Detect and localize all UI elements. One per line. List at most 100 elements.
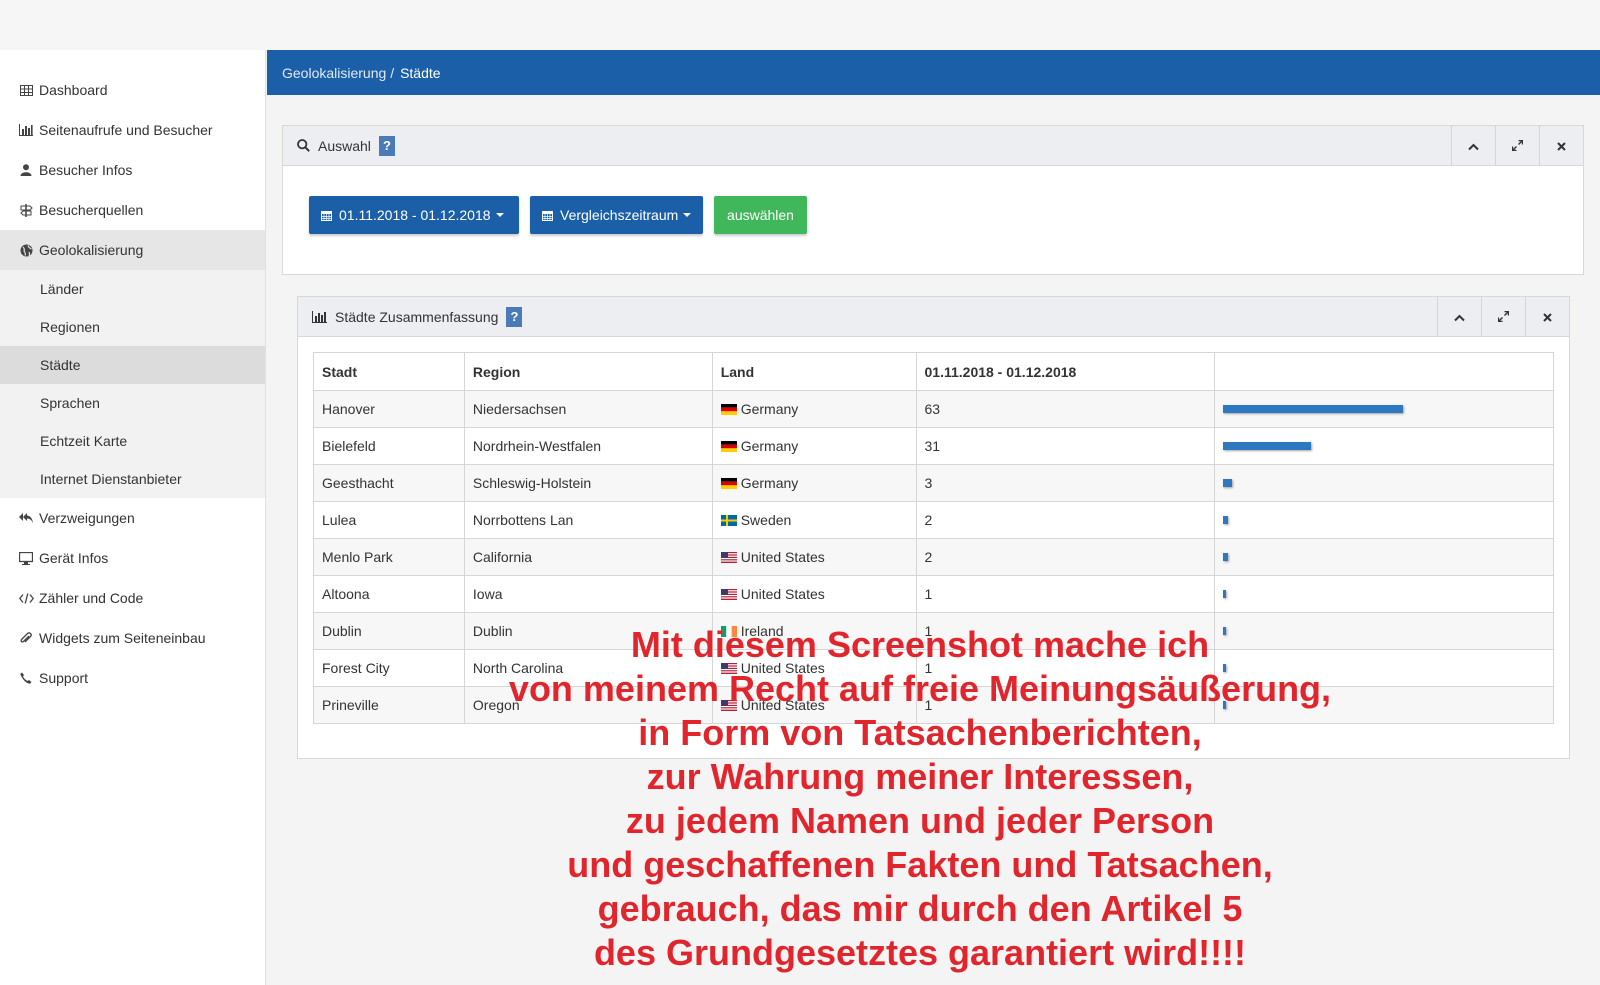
breadcrumb: Geolokalisierung / Städte [267,50,1600,95]
close-button[interactable] [1525,297,1569,336]
sidebar-item-referrals[interactable]: Verzweigungen [0,498,265,538]
cell-region: California [463,538,713,576]
sidebar-item-label: Geolokalisierung [39,242,144,258]
flag-us-icon [720,697,741,713]
column-header-city[interactable]: Stadt [313,352,465,391]
sidebar-item-label: Widgets zum Seiteneinbau [39,630,206,646]
collapse-button[interactable] [1451,126,1495,165]
geolocation-submenu: Länder Regionen Städte Sprachen Echtzeit… [0,270,265,498]
sidebar-item-support[interactable]: Support [0,658,265,698]
country-label: Germany [740,475,799,491]
flag-ie-icon [720,623,741,639]
sidebar-subitem-isp[interactable]: Internet Dienstanbieter [0,460,265,498]
flag-us-icon [720,660,741,676]
country-label: Sweden [740,512,792,528]
cell-country: Ireland [711,612,917,650]
overlay-line: zur Wahrung meiner Interessen, [646,756,1194,797]
cell-count: 2 [915,501,1216,539]
breadcrumb-separator: / [390,64,395,81]
sidebar-subitem-regions[interactable]: Regionen [0,308,265,346]
cell-count: 1 [915,612,1216,650]
paperclip-icon [17,629,35,647]
column-header-region[interactable]: Region [463,352,713,391]
cell-region: Schleswig-Holstein [463,464,713,502]
table-row: Dublin Dublin Ireland 1 [313,612,1554,650]
sidebar-item-visitor-info[interactable]: Besucher Infos [0,150,265,190]
cell-country: Germany [711,464,917,502]
reply-all-icon [17,509,35,527]
cell-region: Oregon [463,686,713,724]
chevron-up-icon [1468,138,1479,154]
compare-period-dropdown[interactable]: Vergleichszeitraum [530,196,703,234]
sidebar-item-label: Dashboard [39,82,108,98]
close-button[interactable] [1539,126,1583,165]
table-header-row: Stadt Region Land 01.11.2018 - 01.12.201… [313,352,1554,391]
sidebar: Dashboard Seitenaufrufe und Besucher Bes… [0,50,266,985]
flag-de-icon [720,438,741,454]
apply-button[interactable]: auswählen [714,196,807,234]
cell-country: United States [711,649,917,687]
table-row: Hanover Niedersachsen Germany 63 [313,390,1554,428]
sidebar-item-label: Besucher Infos [39,162,133,178]
cities-summary-header: Städte Zusammenfassung ? [298,297,1569,337]
signpost-icon [17,201,35,219]
cell-count: 1 [915,649,1216,687]
sidebar-subitem-languages[interactable]: Sprachen [0,384,265,422]
sidebar-item-pageviews[interactable]: Seitenaufrufe und Besucher [0,110,265,150]
country-label: United States [740,697,825,713]
code-icon [17,589,35,607]
visits-bar [1223,553,1229,561]
cell-bar [1214,575,1554,613]
search-icon [297,139,310,152]
sidebar-subitem-realtime-map[interactable]: Echtzeit Karte [0,422,265,460]
calendar-icon [542,210,553,221]
sidebar-item-label: Verzweigungen [39,510,135,526]
selection-panel-title: Auswahl [318,137,371,154]
flag-de-icon [720,401,741,417]
bar-chart-icon [312,310,327,323]
cell-city: Dublin [313,612,465,650]
sidebar-item-label: Besucherquellen [39,202,144,218]
breadcrumb-parent[interactable]: Geolokalisierung [282,65,386,81]
chevron-up-icon [1454,309,1465,325]
cell-region: Iowa [463,575,713,613]
cell-region: Nordrhein-Westfalen [463,427,713,465]
country-label: Germany [740,401,799,417]
flag-de-icon [720,475,741,491]
visits-bar [1223,405,1404,413]
sidebar-item-counter-code[interactable]: Zähler und Code [0,578,265,618]
user-icon [17,161,35,179]
cities-table-body: Hanover Niedersachsen Germany 63 Bielefeld No… [313,390,1554,724]
cell-bar [1214,501,1554,539]
sidebar-item-device-info[interactable]: Gerät Infos [0,538,265,578]
cell-country: United States [711,686,917,724]
sidebar-subitem-countries[interactable]: Länder [0,270,265,308]
sidebar-item-visitor-sources[interactable]: Besucherquellen [0,190,265,230]
compare-period-label: Vergleichszeitraum [560,207,679,223]
sidebar-subitem-cities[interactable]: Städte [0,346,265,384]
cell-region: Norrbottens Lan [463,501,713,539]
date-range-dropdown[interactable]: 01.11.2018 - 01.12.2018 [309,196,519,234]
expand-button[interactable] [1495,126,1539,165]
cell-country: Germany [711,427,917,465]
column-header-period[interactable]: 01.11.2018 - 01.12.2018 [915,352,1216,391]
country-label: United States [740,660,825,676]
sidebar-item-dashboard[interactable]: Dashboard [0,70,265,110]
cell-country: Sweden [711,501,917,539]
sidebar-item-geolocation[interactable]: Geolokalisierung [0,230,265,270]
sidebar-item-label: Support [39,670,89,686]
sidebar-item-label: Zähler und Code [39,590,144,606]
selection-panel-header: Auswahl ? [283,126,1583,166]
help-badge[interactable]: ? [378,135,395,156]
collapse-button[interactable] [1437,297,1481,336]
cell-region: Dublin [463,612,713,650]
visits-bar [1223,701,1227,709]
sidebar-item-widgets[interactable]: Widgets zum Seiteneinbau [0,618,265,658]
help-badge[interactable]: ? [506,306,523,327]
expand-button[interactable] [1481,297,1525,336]
cell-count: 63 [915,390,1216,428]
table-row: Forest City North Carolina United States 1 [313,649,1554,687]
column-header-country[interactable]: Land [711,352,917,391]
cell-city: Prineville [313,686,465,724]
table-icon [17,81,35,99]
